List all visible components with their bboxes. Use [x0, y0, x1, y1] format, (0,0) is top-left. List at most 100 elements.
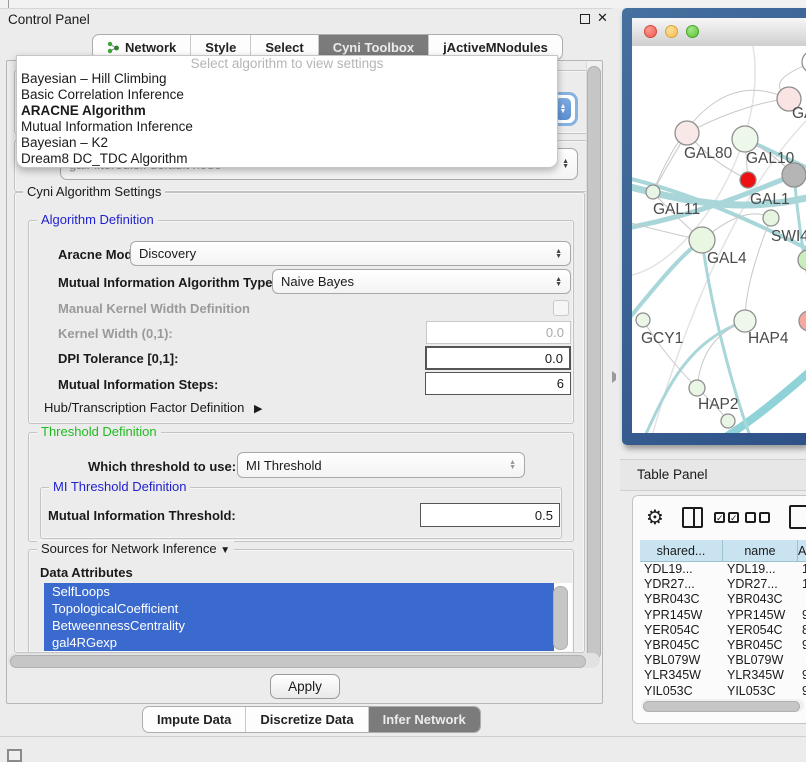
list-scrollbar-thumb[interactable] — [553, 586, 568, 650]
table-cell: 13 — [798, 562, 806, 576]
table-cell: YER054C — [640, 623, 723, 637]
network-node-gcy1[interactable] — [636, 313, 650, 327]
network-node-swi4[interactable] — [798, 250, 806, 270]
mi-steps-field[interactable]: 6 — [425, 372, 571, 395]
hub-section-label: Hub/Transcription Factor Definition — [44, 400, 244, 415]
panel-title: Control Panel — [8, 12, 90, 27]
network-edge — [632, 240, 702, 321]
table-row[interactable]: YER054CYER054C8. — [640, 623, 806, 637]
chevron-right-icon: ▶ — [254, 403, 262, 415]
table-row[interactable]: YDL19...YDL19...13 — [640, 562, 806, 576]
minimize-traffic-light-icon[interactable] — [665, 25, 678, 38]
column-header[interactable]: shared... — [640, 540, 723, 562]
close-icon[interactable]: ✕ — [597, 10, 608, 26]
table-row[interactable]: YPR145WYPR145W9. — [640, 608, 806, 622]
table-cell — [798, 592, 806, 606]
mi-type-combo[interactable]: Naive Bayes ▲▼ — [272, 269, 571, 294]
manual-kernel-checkbox[interactable] — [553, 300, 569, 316]
column-header[interactable]: name — [723, 540, 798, 562]
app-root: Control Panel ✕ NetworkStyleSelectCyni T… — [0, 0, 806, 762]
new-table-icon[interactable] — [789, 505, 806, 529]
table-row[interactable]: YBL079WYBL079W — [640, 653, 806, 667]
node-label: SWI4 — [771, 228, 806, 245]
mi-threshold-field[interactable]: 0.5 — [420, 503, 560, 527]
attribute-item[interactable]: SelfLoops — [44, 583, 554, 600]
node-label: GAL80 — [684, 145, 733, 162]
node-label: GAL10 — [746, 150, 795, 167]
algorithm-option[interactable]: Mutual Information Inference — [17, 119, 557, 135]
table-row[interactable]: YBR045CYBR045C9. — [640, 638, 806, 652]
table-row[interactable]: YBR043CYBR043C — [640, 592, 806, 606]
tab-infer-network[interactable]: Infer Network — [369, 707, 480, 732]
combo-stepper-icon: ▲▼ — [562, 159, 569, 169]
table-cell: YBR045C — [640, 638, 723, 652]
attribute-item[interactable]: gal4RGexp — [44, 634, 554, 651]
vertical-scrollbar-thumb[interactable] — [587, 66, 601, 660]
float-icon[interactable] — [580, 14, 590, 24]
table-cell: YBR043C — [640, 592, 723, 606]
divider-handle-icon[interactable] — [612, 371, 622, 383]
algorithm-option[interactable]: ARACNE Algorithm — [17, 103, 557, 119]
table-hscrollbar-thumb[interactable] — [643, 701, 800, 712]
algorithm-option[interactable]: Basic Correlation Inference — [17, 87, 557, 103]
popup-item-list: Bayesian – Hill ClimbingBasic Correlatio… — [17, 71, 557, 167]
tab-label: Cyni Toolbox — [333, 40, 414, 55]
apply-button[interactable]: Apply — [270, 674, 340, 699]
close-traffic-light-icon[interactable] — [644, 25, 657, 38]
network-node-gal80[interactable] — [675, 121, 699, 145]
column-header[interactable]: A — [798, 540, 806, 562]
node-label: HAP2 — [698, 396, 739, 413]
table-cell: YBL079W — [640, 653, 723, 667]
mi-type-label: Mutual Information Algorithm Type: — [58, 275, 277, 290]
attribute-item[interactable]: BetweennessCentrality — [44, 617, 554, 634]
deselect-all-checkboxes-icon[interactable] — [745, 512, 770, 523]
zoom-traffic-light-icon[interactable] — [686, 25, 699, 38]
hub-section-toggle[interactable]: Hub/Transcription Factor Definition ▶ — [44, 400, 262, 415]
tab-impute-data[interactable]: Impute Data — [143, 707, 246, 732]
attribute-item[interactable]: TopologicalCoefficient — [44, 600, 554, 617]
algorithm-option[interactable]: Bayesian – Hill Climbing — [17, 71, 557, 87]
table-header: shared... name A — [640, 540, 806, 562]
mi-type-value: Naive Bayes — [281, 274, 354, 289]
network-window-titlebar[interactable] — [632, 18, 806, 47]
tab-discretize-data[interactable]: Discretize Data — [246, 707, 368, 732]
network-node[interactable] — [802, 51, 806, 73]
kernel-width-field[interactable]: 0.0 — [426, 321, 571, 344]
select-all-checkboxes-icon[interactable]: ✓ ✓ — [714, 512, 739, 523]
manual-kernel-label: Manual Kernel Width Definition — [58, 301, 250, 316]
dock-panel-icon[interactable] — [7, 749, 22, 762]
dpi-field[interactable]: 0.0 — [425, 346, 571, 370]
node-label: GAL1 — [750, 191, 790, 208]
tab-label: Select — [265, 40, 303, 55]
algorithm-option[interactable]: Bayesian – K2 — [17, 135, 557, 151]
combo-stepper-icon: ▲▼ — [509, 460, 516, 470]
table-row[interactable]: YIL053CYIL053C9 — [640, 684, 806, 698]
tab-label: Style — [205, 40, 236, 55]
network-node-gal10[interactable] — [732, 126, 758, 152]
split-columns-icon[interactable] — [682, 507, 703, 528]
table-panel-titlebar: Table Panel — [620, 459, 806, 491]
network-node-gal1[interactable] — [763, 210, 779, 226]
horizontal-scrollbar-thumb[interactable] — [10, 655, 586, 668]
algorithm-option[interactable]: Dream8 DC_TDC Algorithm — [17, 151, 557, 167]
network-node[interactable] — [721, 414, 735, 428]
chevron-down-icon: ▼ — [220, 545, 230, 556]
gear-icon[interactable]: ⚙ — [646, 505, 664, 531]
table-row[interactable]: YLR345WYLR345W9. — [640, 668, 806, 682]
network-node[interactable] — [740, 172, 756, 188]
network-node-hap4[interactable] — [734, 310, 756, 332]
table-cell — [798, 653, 806, 667]
table-cell: YER054C — [723, 623, 798, 637]
which-threshold-combo[interactable]: MI Threshold ▲▼ — [237, 452, 525, 478]
table-cell: YLR345W — [640, 668, 723, 682]
data-attributes-list[interactable]: SelfLoopsTopologicalCoefficientBetweenne… — [44, 583, 572, 651]
node-label: GAL11 — [653, 201, 700, 218]
network-canvas[interactable]: GALGAL80GAL10GAL1GAL11GAL4SWI4GCY1HAP4YH… — [632, 46, 806, 433]
aracne-mode-value: Discovery — [139, 246, 196, 261]
sources-group-title[interactable]: Sources for Network Inference ▼ — [37, 541, 234, 556]
network-node-gal11[interactable] — [646, 185, 660, 199]
table-row[interactable]: YDR27...YDR27...12 — [640, 577, 806, 591]
aracne-mode-combo[interactable]: Discovery ▲▼ — [130, 241, 571, 266]
network-node-hap2[interactable] — [689, 380, 705, 396]
network-node-y[interactable] — [799, 311, 806, 331]
